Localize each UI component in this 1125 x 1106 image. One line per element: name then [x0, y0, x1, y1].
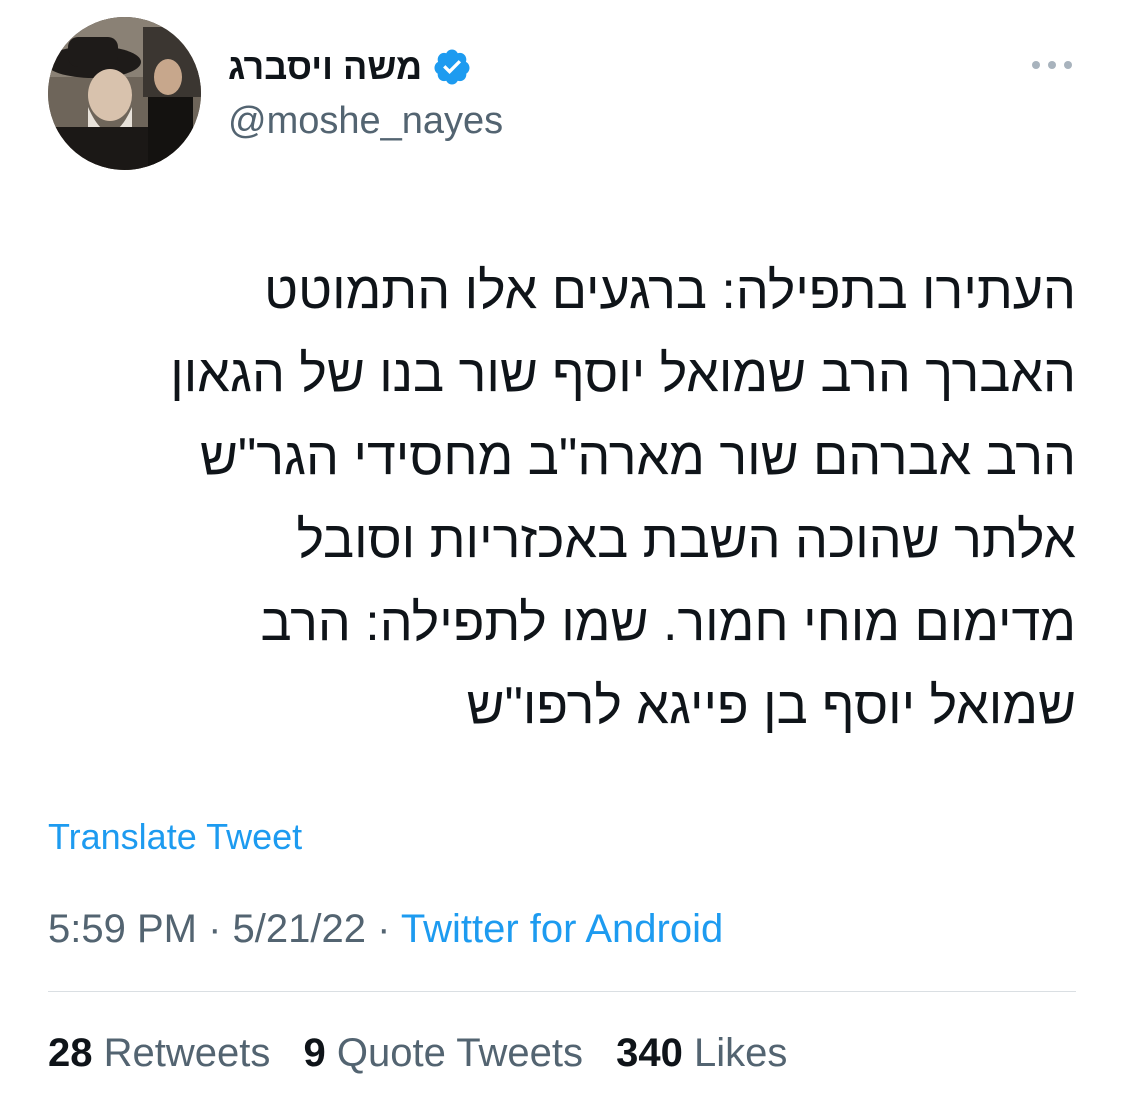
quote-tweets-stat[interactable]: 9 Quote Tweets — [304, 1031, 583, 1075]
engagement-stats: 28 Retweets 9 Quote Tweets 340 Likes — [48, 1028, 809, 1078]
author-row[interactable]: משה ויסברג — [228, 38, 472, 96]
meta-separator: · — [208, 907, 222, 951]
verified-badge-icon — [432, 47, 472, 87]
quotes-count: 9 — [303, 1031, 326, 1075]
display-name[interactable]: משה ויסברג — [228, 38, 422, 96]
tweet-line: האברך הרב שמואל יוסף שור בנו של הגאון — [170, 345, 1076, 403]
retweets-stat[interactable]: 28 Retweets — [48, 1031, 270, 1075]
translate-tweet-link[interactable]: Translate Tweet — [48, 815, 302, 859]
tweet-line: הרב אברהם שור מארה"ב מחסידי הגר"ש — [199, 428, 1076, 486]
user-handle[interactable]: @moshe_nayes — [228, 98, 503, 144]
meta-separator: · — [377, 907, 391, 951]
likes-stat[interactable]: 340 Likes — [616, 1031, 787, 1075]
tweet-date[interactable]: 5/21/22 — [233, 907, 366, 951]
tweet-text: העתירו בתפילה: ברגעים אלו התמוטט האברך ה… — [48, 250, 1076, 748]
likes-label: Likes — [693, 1031, 788, 1075]
profile-photo — [48, 17, 201, 170]
tweet-source-link[interactable]: Twitter for Android — [401, 907, 723, 951]
tweet-time: 5:59 PM — [48, 907, 197, 951]
more-options-icon[interactable] — [1030, 55, 1074, 75]
tweet-line: מדימום מוחי חמור. שמו לתפילה: הרב — [260, 594, 1076, 652]
quotes-label: Quote Tweets — [336, 1031, 583, 1075]
likes-count: 340 — [616, 1031, 683, 1075]
retweets-label: Retweets — [103, 1031, 271, 1075]
retweets-count: 28 — [48, 1031, 93, 1075]
tweet-meta: 5:59 PM · 5/21/22 · Twitter for Android — [48, 904, 723, 954]
tweet-line: שמואל יוסף בן פייגא לרפו"ש — [466, 677, 1076, 735]
tweet-line: העתירו בתפילה: ברגעים אלו התמוטט — [264, 262, 1076, 320]
avatar[interactable] — [48, 17, 201, 170]
divider — [48, 991, 1076, 992]
tweet-line: אלתר שהוכה השבת באכזריות וסובל — [296, 511, 1076, 569]
